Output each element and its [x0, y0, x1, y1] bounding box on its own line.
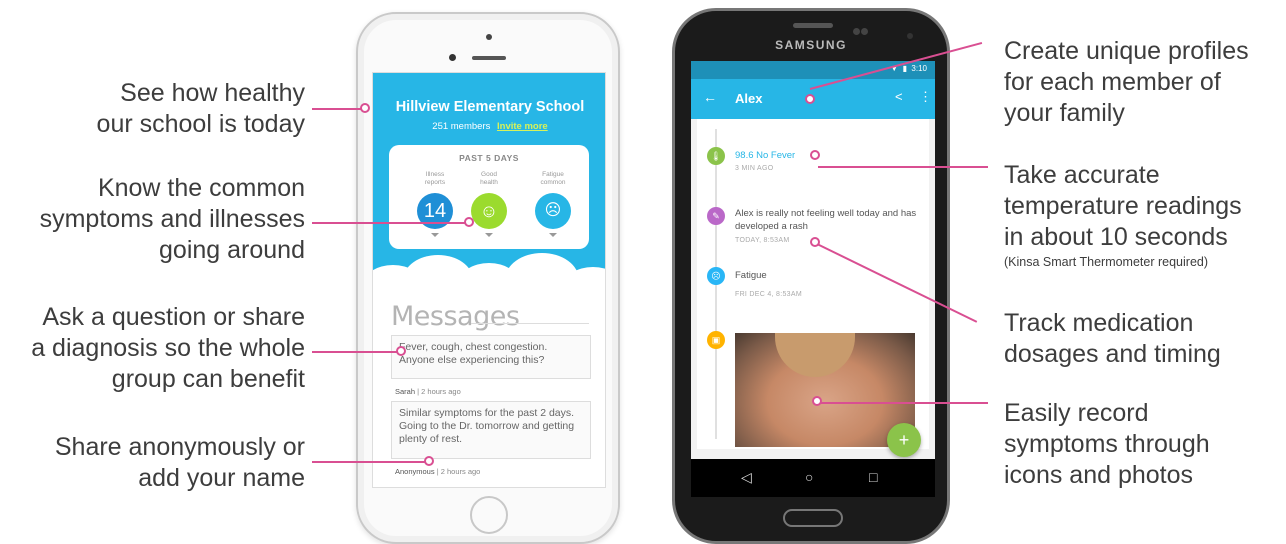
stats-card: PAST 5 DAYS Illness reports Good health …	[389, 145, 589, 249]
callout-ask-question: Ask a question or share a diagnosis so t…	[31, 303, 305, 393]
speaker-icon	[472, 56, 506, 60]
speaker-icon	[793, 23, 833, 28]
connector-line	[312, 461, 428, 463]
nav-recents-icon[interactable]: □	[869, 469, 877, 485]
connector-dot	[805, 94, 815, 104]
thermometer-note: (Kinsa Smart Thermometer required)	[1004, 255, 1209, 269]
rash-photo[interactable]	[735, 333, 915, 447]
message-meta: Anonymous | 2 hours ago	[395, 467, 481, 476]
smiley-face-icon[interactable]: ☺	[471, 193, 507, 229]
cloud-decoration	[563, 267, 605, 307]
connector-dot	[424, 456, 434, 466]
callout-record-symptoms: Easily record symptoms through icons and…	[1004, 399, 1210, 489]
camera-icon: ▣	[707, 331, 725, 349]
callout-share-anonymously: Share anonymously or add your name	[54, 433, 305, 492]
more-vert-icon[interactable]: ⋮	[919, 89, 932, 105]
divider	[471, 323, 589, 324]
android-nav-bar: ◁ ○ □	[691, 459, 935, 497]
share-icon[interactable]: <	[895, 89, 903, 104]
connector-dot	[810, 237, 820, 247]
front-camera-icon	[486, 34, 492, 40]
connector-line	[820, 402, 988, 404]
brand-logo: SAMSUNG	[775, 38, 847, 52]
stat-label-illness: Illness reports	[424, 171, 446, 186]
connector-line	[312, 351, 402, 353]
connector-dot	[464, 217, 474, 227]
profile-name: Alex	[735, 91, 763, 106]
message-item[interactable]: Fever, cough, chest congestion. Anyone e…	[391, 335, 591, 379]
timeline-entry-time: 3 MIN AGO	[735, 165, 774, 172]
sensor-icon	[449, 54, 456, 61]
message-meta: Sarah | 2 hours ago	[395, 387, 461, 396]
back-arrow-icon[interactable]: ←	[703, 89, 717, 105]
timeline-entry-time: TODAY, 8:53AM	[735, 237, 790, 244]
stat-label-fatigue: Fatigue common	[540, 171, 566, 186]
home-button[interactable]	[470, 496, 508, 534]
stat-label-health: Good health	[480, 171, 498, 186]
callout-temperature: Take accurate temperature readings in ab…	[1004, 160, 1286, 271]
callout-school-health: See how healthy our school is today	[96, 79, 305, 138]
invite-more-link[interactable]: Invite more	[497, 121, 548, 132]
connector-dot	[810, 150, 820, 160]
chevron-down-icon[interactable]	[549, 233, 557, 237]
status-time: 3:10	[911, 64, 927, 73]
school-name: Hillview Elementary School	[395, 99, 585, 115]
timeline-entry-text[interactable]: Fatigue	[735, 269, 767, 282]
callout-unique-profiles: Create unique profiles for each member o…	[1004, 37, 1249, 127]
chevron-down-icon[interactable]	[485, 233, 493, 237]
nav-home-icon[interactable]: ○	[805, 469, 813, 485]
sensor-icon	[861, 28, 868, 35]
hardware-home-button[interactable]	[783, 509, 843, 527]
pencil-icon: ✎	[707, 207, 725, 225]
timeline-entry-time: FRI DEC 4, 8:53AM	[735, 291, 802, 298]
card-title: PAST 5 DAYS	[459, 153, 519, 163]
timeline-entry-text[interactable]: 98.6 No Fever	[735, 149, 795, 162]
face-icon: ☹	[707, 267, 725, 285]
samsung-screen: ▼ ▮ 3:10 ← Alex < ⋮ 🌡 98.6 No Fever 3 MI…	[691, 61, 935, 497]
add-entry-button[interactable]: +	[887, 423, 921, 457]
iphone-device: Hillview Elementary School 251 members I…	[356, 12, 620, 544]
connector-line	[818, 166, 988, 168]
nav-back-icon[interactable]: ◁	[741, 469, 752, 486]
connector-dot	[360, 103, 370, 113]
iphone-screen: Hillview Elementary School 251 members I…	[372, 72, 606, 488]
callout-medication: Track medication dosages and timing	[1004, 309, 1221, 368]
connector-line	[312, 222, 467, 224]
thermometer-icon: 🌡	[707, 147, 725, 165]
chevron-down-icon[interactable]	[431, 233, 439, 237]
members-count: 251 members	[432, 121, 491, 132]
tired-face-icon[interactable]: ☹	[535, 193, 571, 229]
connector-dot	[812, 396, 822, 406]
connector-dot	[396, 346, 406, 356]
message-item[interactable]: Similar symptoms for the past 2 days. Go…	[391, 401, 591, 459]
school-header: Hillview Elementary School 251 members I…	[373, 73, 605, 283]
messages-title: Messages	[391, 301, 520, 332]
members-line: 251 members Invite more	[373, 121, 605, 132]
sensor-icon	[853, 28, 860, 35]
battery-icon: ▮	[902, 64, 907, 73]
callout-common-symptoms: Know the common symptoms and illnesses g…	[39, 174, 305, 264]
timeline-entry-text[interactable]: Alex is really not feeling well today an…	[735, 207, 921, 233]
